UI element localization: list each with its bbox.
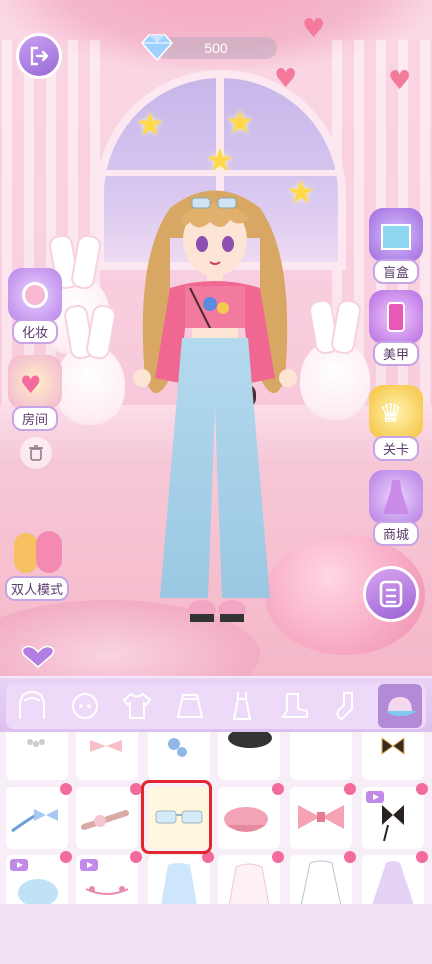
- gem-value: 500: [204, 40, 228, 56]
- category-socks[interactable]: [325, 684, 369, 728]
- shop-button[interactable]: 商城: [364, 470, 428, 546]
- item-tile[interactable]: [6, 783, 72, 849]
- item-tile[interactable]: [362, 732, 424, 780]
- category-face[interactable]: [63, 684, 107, 728]
- exit-icon: [30, 46, 49, 66]
- plaid-bow-icon: [298, 805, 344, 829]
- pink-bow-icon: [90, 740, 122, 752]
- level-button[interactable]: ♛ 关卡: [364, 385, 428, 461]
- blue-flower-clip-icon: [168, 738, 187, 757]
- makeup-icon: [8, 268, 62, 322]
- star-decoration: ★: [225, 103, 255, 141]
- nails-label: 美甲: [372, 341, 419, 366]
- exit-button[interactable]: [16, 33, 62, 79]
- category-skirt[interactable]: [168, 684, 212, 728]
- blind-box-button[interactable]: 盲盒: [364, 208, 428, 284]
- double-mode-icon: [10, 525, 64, 579]
- new-badge: [130, 851, 142, 863]
- item-tile[interactable]: [148, 732, 210, 780]
- selection-highlight: [141, 780, 212, 854]
- flower-headband-icon: [81, 810, 129, 830]
- makeup-button[interactable]: 化妆: [3, 268, 67, 344]
- new-badge: [344, 851, 356, 863]
- gem-counter: 500: [155, 37, 277, 59]
- item-tile[interactable]: [290, 783, 356, 849]
- top-icon: [122, 692, 152, 719]
- category-dress[interactable]: [220, 684, 264, 728]
- video-ad-icon: [366, 791, 384, 803]
- new-badge: [272, 851, 284, 863]
- new-badge: [60, 851, 72, 863]
- nails-button[interactable]: 美甲: [364, 290, 428, 366]
- item-tile[interactable]: [6, 732, 68, 780]
- star-decoration: ★: [205, 141, 235, 179]
- shop-label: 商城: [372, 521, 419, 546]
- new-badge: [344, 783, 356, 795]
- item-tile[interactable]: [218, 783, 284, 849]
- black-beret-icon: [228, 732, 272, 748]
- dress-icon: [233, 692, 252, 720]
- level-label: 关卡: [372, 436, 419, 461]
- list-icon: [379, 580, 403, 608]
- dress-shop-icon: [369, 470, 423, 524]
- new-badge: [272, 783, 284, 795]
- makeup-label: 化妆: [11, 319, 58, 344]
- trash-icon: [29, 445, 43, 461]
- blue-bow-clip-icon: [11, 809, 58, 833]
- heart-decoration: ♥: [388, 66, 412, 96]
- item-tile[interactable]: [76, 783, 142, 849]
- category-hat[interactable]: [377, 684, 422, 728]
- item-tile[interactable]: [76, 732, 138, 780]
- room-button[interactable]: ♥ 房间: [3, 355, 67, 431]
- room-label: 房间: [11, 406, 58, 431]
- shoes-icon: [280, 693, 308, 718]
- heart-decoration: ♥: [274, 64, 298, 94]
- video-ad-icon: [10, 859, 28, 871]
- new-badge: [60, 783, 72, 795]
- black-ribbon-icon: [381, 737, 405, 755]
- crown-icon: ♛: [369, 385, 423, 439]
- hair-icon: [19, 691, 46, 719]
- nail-polish-icon: [369, 290, 423, 344]
- double-mode-button[interactable]: 双人模式: [4, 525, 70, 601]
- pearl-hairpin-icon: [27, 739, 45, 747]
- category-hair[interactable]: [10, 684, 54, 728]
- star-decoration: ★: [135, 105, 165, 143]
- skirt-icon: [176, 694, 204, 718]
- item-tile[interactable]: [362, 783, 428, 849]
- item-tile[interactable]: [218, 732, 280, 780]
- character-avatar[interactable]: [110, 178, 320, 630]
- gift-box-icon: [369, 208, 423, 262]
- wardrobe-menu-button[interactable]: [363, 566, 419, 622]
- diamond-icon: [141, 34, 173, 61]
- category-top[interactable]: [115, 684, 159, 728]
- video-ad-icon: [80, 859, 98, 871]
- trash-button[interactable]: [20, 437, 52, 469]
- pink-beret-icon: [224, 807, 268, 832]
- face-icon: [71, 693, 98, 719]
- bottom-panel: [0, 904, 432, 964]
- hat-icon: [385, 697, 416, 716]
- blind-box-label: 盲盒: [372, 259, 419, 284]
- favorite-heart-icon[interactable]: [18, 645, 58, 669]
- category-bar: [0, 676, 432, 732]
- item-tile[interactable]: [290, 732, 352, 780]
- socks-icon: [336, 692, 354, 721]
- new-badge: [416, 851, 428, 863]
- heart-decoration: ♥: [302, 14, 326, 44]
- new-badge: [416, 783, 428, 795]
- room-icon: ♥: [8, 355, 62, 409]
- category-shoes[interactable]: [273, 684, 317, 728]
- double-mode-label: 双人模式: [4, 576, 69, 601]
